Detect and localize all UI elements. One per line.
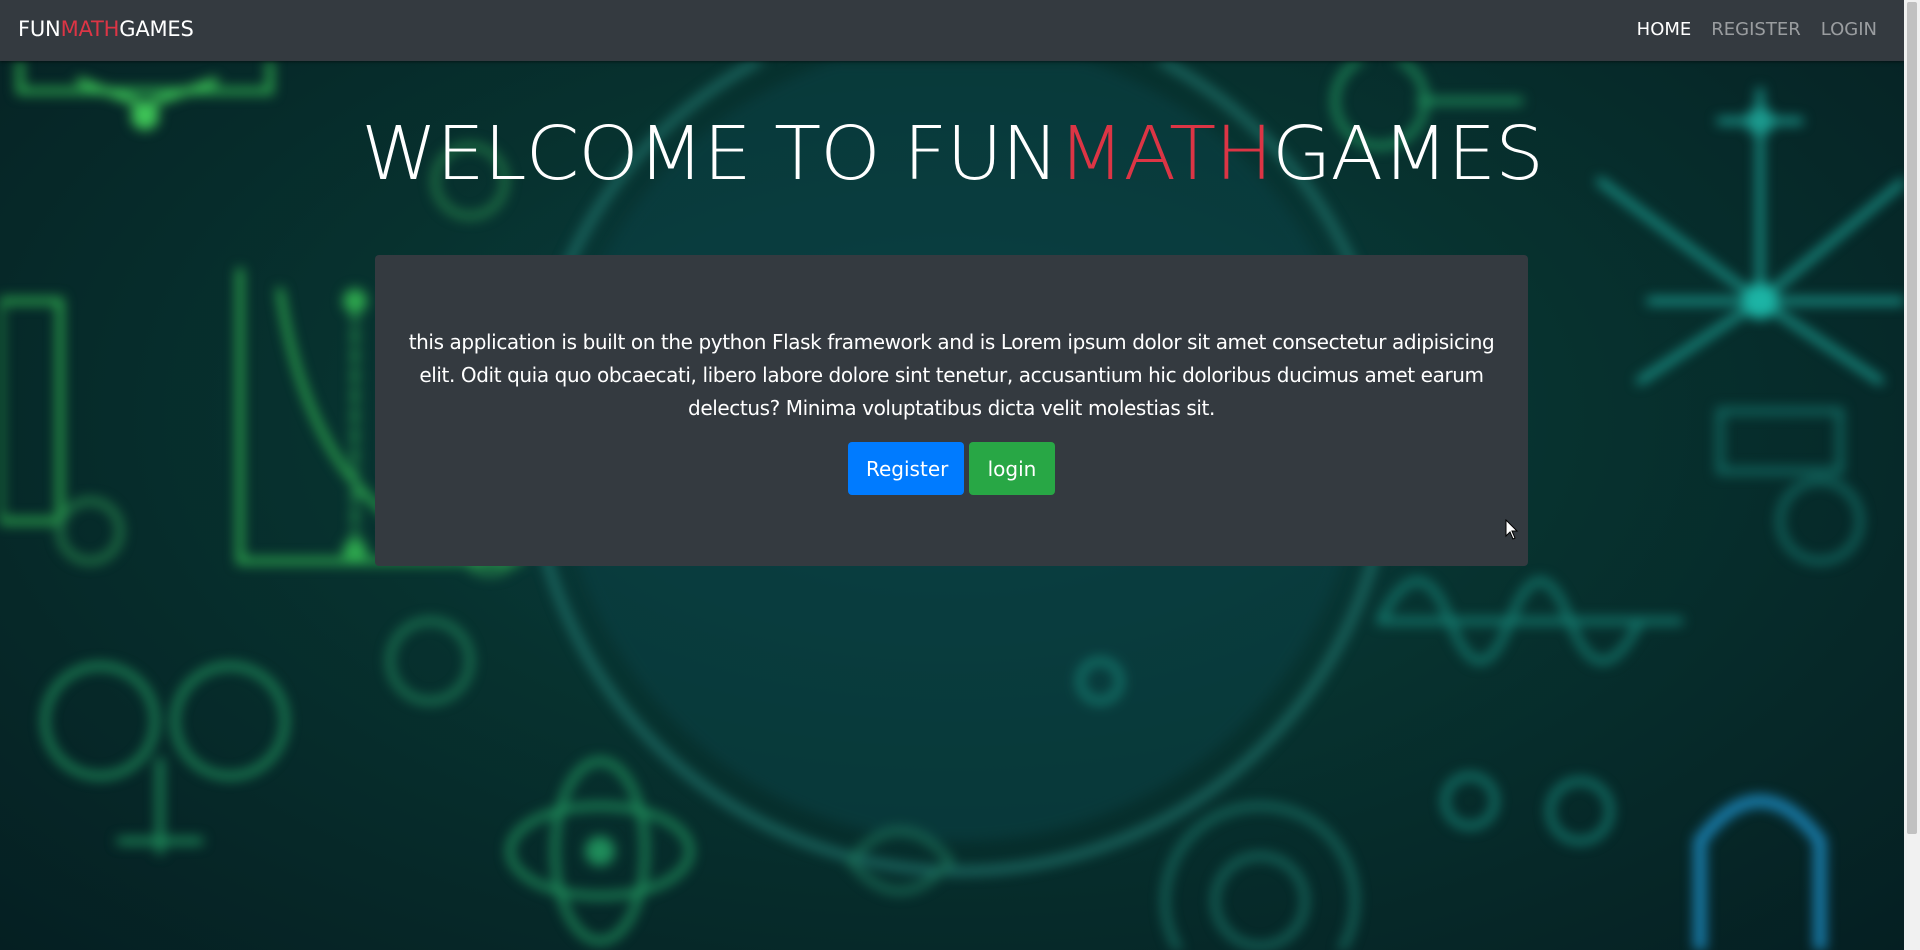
brand-part-math: MATH (60, 17, 120, 41)
mouse-cursor-icon (1505, 519, 1519, 540)
intro-card: this application is built on the python … (375, 255, 1528, 566)
login-button[interactable]: login (969, 442, 1055, 495)
nav-links: HOME REGISTER LOGIN (1637, 19, 1877, 40)
intro-buttons: Register login (375, 442, 1528, 495)
intro-description: this application is built on the python … (408, 330, 1495, 420)
page-scrollbar[interactable] (1904, 0, 1920, 950)
brand-part-fun: FUN (18, 17, 61, 41)
title-part-games: GAMES (1271, 111, 1544, 197)
navbar: FUNMATHGAMES HOME REGISTER LOGIN (0, 0, 1904, 61)
nav-link-login[interactable]: LOGIN (1821, 19, 1877, 40)
brand-logo-link[interactable]: FUNMATHGAMES (18, 17, 194, 41)
title-part-math: MATH (1058, 111, 1273, 197)
scrollbar-thumb[interactable] (1907, 2, 1917, 834)
register-button[interactable]: Register (848, 442, 964, 495)
page: FUNMATHGAMES HOME REGISTER LOGIN WELCOME… (0, 0, 1920, 950)
nav-link-home[interactable]: HOME (1637, 19, 1692, 40)
page-title: WELCOME TO FUNMATHGAMES (0, 111, 1920, 197)
nav-link-register[interactable]: REGISTER (1711, 19, 1800, 40)
title-part-welcome: WELCOME TO FUN (361, 111, 1059, 197)
brand-part-games: GAMES (119, 17, 194, 41)
